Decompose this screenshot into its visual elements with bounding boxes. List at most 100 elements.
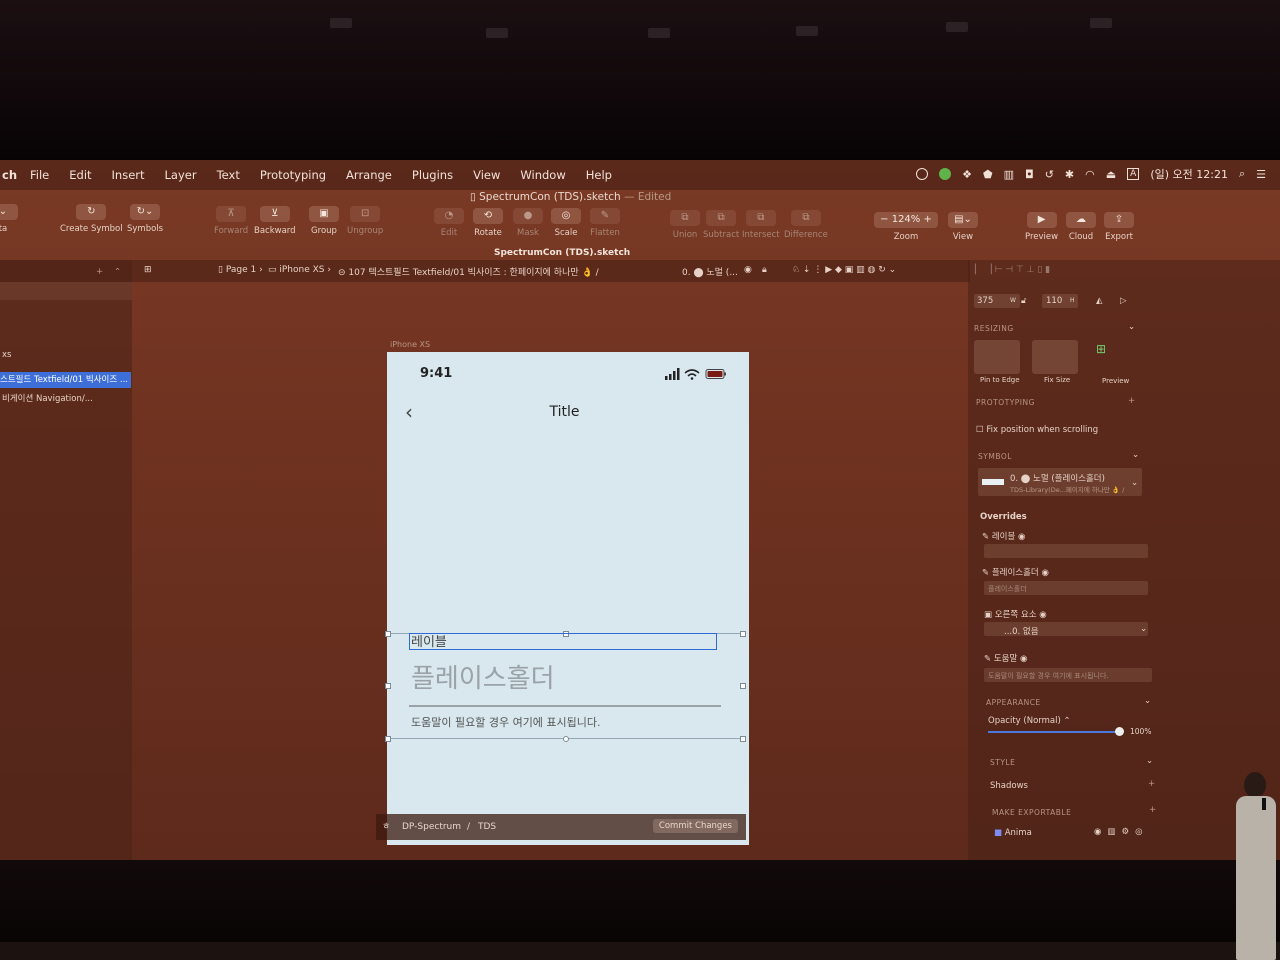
forward-button[interactable]: ⊼ Forward bbox=[214, 206, 248, 236]
rotate-button[interactable]: ⟲ Rotate bbox=[473, 208, 503, 238]
opacity-label[interactable]: Opacity (Normal) ⌃ bbox=[988, 716, 1071, 726]
menu-file[interactable]: File bbox=[30, 168, 49, 182]
pin-to-edge-control[interactable] bbox=[974, 340, 1020, 374]
flatten-button[interactable]: ✎ Flatten bbox=[590, 208, 620, 238]
menu-arrange[interactable]: Arrange bbox=[346, 168, 392, 182]
union-button[interactable]: ⧉ Union bbox=[670, 210, 700, 240]
view-button[interactable]: ▤⌄ View bbox=[948, 212, 978, 242]
zoom-control[interactable]: − 124% + Zoom bbox=[874, 212, 938, 242]
menu-prototyping[interactable]: Prototyping bbox=[260, 168, 326, 182]
export-button[interactable]: ⇪ Export bbox=[1104, 212, 1134, 242]
notification-center-icon[interactable]: ☰ bbox=[1256, 168, 1266, 181]
layer-item-selected[interactable]: 스트필드 Textfield/01 빅사이즈 ... bbox=[0, 372, 131, 388]
opacity-slider[interactable] bbox=[988, 731, 1118, 733]
chevron-down-icon[interactable]: ⌄ bbox=[1144, 696, 1151, 706]
visibility-icon[interactable]: ◉ bbox=[744, 265, 752, 275]
style-heading: STYLE bbox=[990, 758, 1016, 767]
add-icon[interactable]: + bbox=[1128, 396, 1135, 406]
overrides-heading: Overrides bbox=[980, 512, 1027, 522]
eject-icon[interactable]: ⏏ bbox=[1106, 168, 1116, 181]
artboard-label[interactable]: iPhone XS bbox=[390, 340, 430, 349]
menu-insert[interactable]: Insert bbox=[112, 168, 145, 182]
security-icon[interactable]: ◘ bbox=[1025, 168, 1034, 181]
shield-icon[interactable]: ⬟ bbox=[983, 168, 993, 181]
breadcrumb-page[interactable]: ▯ Page 1 › bbox=[218, 265, 263, 275]
toolbar-left-item[interactable]: ⌄ ta bbox=[0, 204, 18, 234]
spotlight-icon[interactable]: ⌕ bbox=[1239, 167, 1245, 181]
flip-horizontal-icon[interactable]: ▷ bbox=[1120, 296, 1127, 306]
menu-help[interactable]: Help bbox=[586, 168, 612, 182]
lock-ratio-icon[interactable]: 🔓︎ bbox=[1021, 296, 1027, 306]
chevron-down-icon[interactable]: ⌄ bbox=[1146, 756, 1153, 766]
layer-search-row[interactable] bbox=[0, 282, 132, 300]
book-icon[interactable]: ▥ bbox=[1004, 168, 1014, 181]
record-icon[interactable] bbox=[916, 168, 929, 180]
resize-handle[interactable] bbox=[385, 631, 391, 637]
commit-changes-button[interactable]: Commit Changes bbox=[652, 819, 738, 833]
chevron-down-icon[interactable]: ⌄ bbox=[1128, 322, 1135, 332]
resize-handle[interactable] bbox=[740, 631, 746, 637]
override-preview[interactable]: 0. ⬤ 노멀 (... bbox=[682, 265, 738, 278]
override-label-input[interactable] bbox=[984, 544, 1148, 558]
flip-vertical-icon[interactable]: ◭ bbox=[1096, 296, 1103, 306]
intersect-button[interactable]: ⧉ Intersect bbox=[742, 210, 780, 240]
breadcrumb-symbol[interactable]: ⊝ 107 텍스트필드 Textfield/01 빅사이즈 : 한페이지에 하나… bbox=[338, 265, 599, 278]
add-shadow-icon[interactable]: + bbox=[1148, 779, 1155, 789]
branch-name[interactable]: TDS bbox=[478, 814, 496, 840]
add-export-icon[interactable]: + bbox=[1149, 805, 1156, 815]
menu-plugins[interactable]: Plugins bbox=[412, 168, 453, 182]
grid-icon[interactable]: ⊞ bbox=[144, 265, 152, 275]
symbols-button[interactable]: ↻⌄ Symbols bbox=[127, 204, 163, 234]
list-item[interactable]: xs bbox=[0, 347, 132, 363]
repo-name[interactable]: DP-Spectrum bbox=[402, 814, 461, 840]
fix-position-checkbox[interactable]: ☐ Fix position when scrolling bbox=[976, 425, 1098, 435]
menu-text[interactable]: Text bbox=[217, 168, 240, 182]
plugin-toolbar[interactable]: ♘ ⇣ ⋮ ▶ ◆ ▣ ▥ ◍ ↻ ⌄ bbox=[792, 265, 896, 275]
text-field-placeholder[interactable]: 플레이스홀더 bbox=[411, 658, 555, 695]
group-button[interactable]: ▣ Group bbox=[309, 206, 339, 236]
list-item[interactable]: 비게이션 Navigation/... bbox=[0, 391, 132, 407]
menu-layer[interactable]: Layer bbox=[165, 168, 197, 182]
app-menu[interactable]: ch bbox=[0, 168, 20, 182]
chevron-up-icon[interactable]: ⌃ bbox=[114, 264, 121, 280]
lock-icon[interactable]: 🔒︎ bbox=[762, 265, 767, 275]
chevron-down-icon: ⌄ bbox=[1131, 478, 1139, 488]
dropbox-icon[interactable]: ❖ bbox=[962, 168, 972, 181]
artboard[interactable]: 9:41 ‹ Title 레이블 플레이스홀더 도움말이 필요할 경우 여기에 … bbox=[385, 352, 749, 845]
bluetooth-icon[interactable]: ✱ bbox=[1065, 168, 1074, 181]
preview-button[interactable]: ▶ Preview bbox=[1025, 212, 1058, 242]
menu-view[interactable]: View bbox=[473, 168, 500, 182]
resize-handle[interactable] bbox=[385, 683, 391, 689]
menu-clock[interactable]: (일) 오전 12:21 bbox=[1150, 166, 1228, 182]
text-field-label[interactable]: 레이블 bbox=[409, 633, 717, 650]
edit-button[interactable]: ◔ Edit bbox=[434, 208, 464, 238]
backward-button[interactable]: ⊻ Backward bbox=[254, 206, 296, 236]
wifi-icon[interactable]: ◠ bbox=[1085, 168, 1095, 181]
anima-controls-icon[interactable]: ◉▥⚙◎ bbox=[1094, 827, 1149, 837]
opacity-value[interactable]: 100% bbox=[1130, 727, 1151, 736]
green-app-icon[interactable] bbox=[939, 168, 952, 180]
mask-button[interactable]: ● Mask bbox=[513, 208, 543, 238]
resize-handle[interactable] bbox=[740, 736, 746, 742]
breadcrumb-artboard[interactable]: ▭ iPhone XS › bbox=[268, 265, 331, 275]
fix-size-control[interactable] bbox=[1032, 340, 1078, 374]
scale-button[interactable]: ◎ Scale bbox=[551, 208, 581, 238]
add-icon[interactable]: + bbox=[96, 264, 103, 280]
resize-handle[interactable] bbox=[740, 683, 746, 689]
create-symbol-button[interactable]: ↻ Create Symbol bbox=[60, 204, 123, 234]
menu-edit[interactable]: Edit bbox=[69, 168, 91, 182]
flatten-icon: ✎ bbox=[590, 208, 620, 224]
zoom-stepper[interactable]: − 124% + bbox=[874, 212, 938, 228]
resize-handle[interactable] bbox=[563, 736, 569, 742]
menu-window[interactable]: Window bbox=[520, 168, 565, 182]
cloud-button[interactable]: ☁ Cloud bbox=[1066, 212, 1096, 242]
ungroup-button[interactable]: ⊡ Ungroup bbox=[347, 206, 383, 236]
difference-button[interactable]: ⧉ Difference bbox=[784, 210, 828, 240]
opacity-slider-knob[interactable] bbox=[1115, 727, 1124, 736]
anima-plugin[interactable]: ■ Anima bbox=[994, 828, 1032, 838]
resize-handle[interactable] bbox=[385, 736, 391, 742]
subtract-button[interactable]: ⧉ Subtract bbox=[703, 210, 739, 240]
time-machine-icon[interactable]: ↺ bbox=[1045, 168, 1054, 181]
input-source-icon[interactable]: A bbox=[1127, 168, 1140, 180]
chevron-down-icon[interactable]: ⌄ bbox=[1132, 450, 1139, 460]
